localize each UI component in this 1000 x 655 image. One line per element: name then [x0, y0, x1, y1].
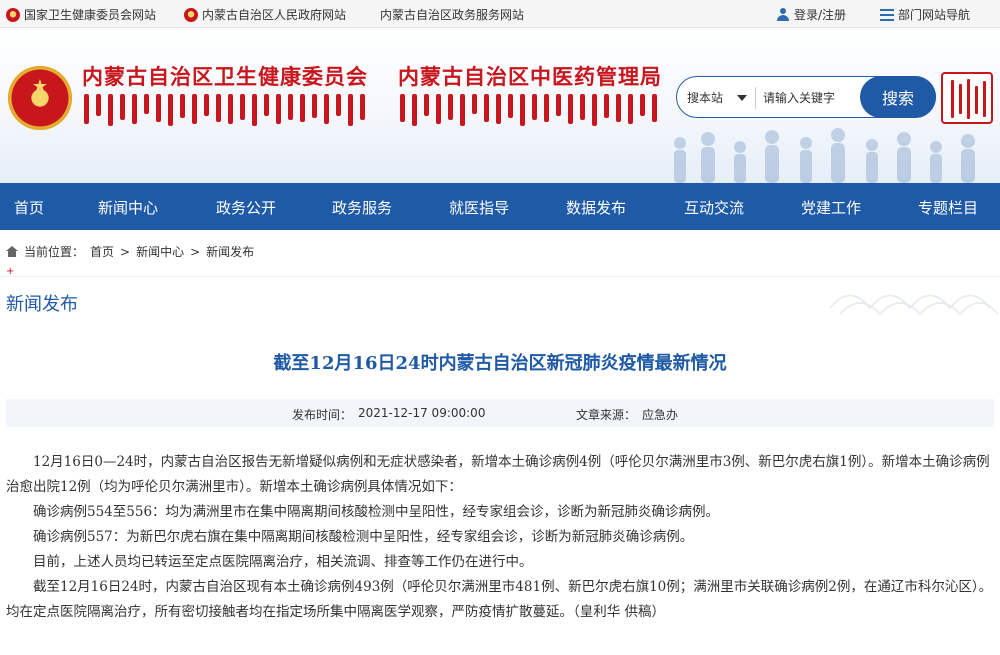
people-silhouette-decoration [674, 128, 975, 183]
nav-news-center[interactable]: 新闻中心 [98, 197, 158, 218]
breadcrumb-home[interactable]: 首页 [90, 243, 114, 260]
article-paragraph: 12月16日0—24时，内蒙古自治区报告无新增疑似病例和无症状感染者，新增本土确… [6, 454, 990, 495]
cloud-pattern-decoration [829, 294, 999, 316]
section-title: 新闻发布 [6, 294, 78, 315]
health-commission-title: 内蒙古自治区卫生健康委员会 [82, 65, 368, 89]
service-site-link[interactable]: 内蒙古自治区政务服务网站 [380, 6, 524, 23]
source-value: 应急办 [642, 408, 679, 422]
search-scope-select[interactable]: 搜本站 [687, 89, 723, 106]
main-nav: 首页 新闻中心 政务公开 政务服务 就医指导 数据发布 互动交流 党建工作 专题… [0, 183, 1000, 230]
article-paragraph: 截至12月16日24时，内蒙古自治区现有本土确诊病例493例（呼伦贝尔满洲里市4… [6, 579, 993, 620]
nav-gov-services[interactable]: 政务服务 [332, 197, 392, 218]
login-register-label: 登录/注册 [794, 8, 847, 22]
site-header: 内蒙古自治区卫生健康委员会 内蒙古自治区中医药管理局 搜本站 搜索 [0, 28, 1000, 183]
breadcrumb-separator: > [120, 244, 131, 259]
breadcrumb-label: 当前位置： [24, 245, 85, 259]
chevron-down-icon[interactable] [737, 95, 747, 101]
breadcrumb-separator: > [190, 244, 201, 259]
publish-date: 2021-12-17 09:00:00 [358, 406, 486, 420]
login-register-link[interactable]: 登录/注册 [776, 6, 846, 23]
nav-special-topics[interactable]: 专题栏目 [918, 197, 978, 218]
article-paragraph: 确诊病例557：为新巴尔虎右旗在集中隔离期间核酸检测中呈阳性，经专家组会诊，诊断… [33, 529, 694, 545]
nav-home[interactable]: 首页 [14, 197, 44, 218]
nav-medical-guide[interactable]: 就医指导 [449, 197, 509, 218]
breadcrumb-news-center[interactable]: 新闻中心 [136, 243, 184, 260]
national-emblem-icon [184, 7, 198, 22]
search-input[interactable] [763, 87, 859, 109]
article-title: 截至12月16日24时内蒙古自治区新冠肺炎疫情最新情况 [273, 353, 727, 374]
red-seal-logo [941, 72, 993, 124]
service-site-label: 内蒙古自治区政务服务网站 [380, 8, 525, 22]
mongolian-script-tcm [400, 94, 657, 128]
breadcrumb-news-release[interactable]: 新闻发布 [206, 243, 254, 260]
gov-site-link[interactable]: 内蒙古自治区人民政府网站 [184, 6, 346, 23]
dept-nav-link[interactable]: 部门网站导航 [880, 6, 970, 23]
breadcrumb: 当前位置： 首页 > 新闻中心 > 新闻发布 [6, 243, 254, 260]
home-icon [6, 246, 18, 257]
gov-site-label: 内蒙古自治区人民政府网站 [202, 8, 347, 22]
article-meta: 发布时间： 2021-12-17 09:00:00 文章来源： 应急办 [6, 399, 994, 427]
article-body: 12月16日0—24时，内蒙古自治区报告无新增疑似病例和无症状感染者，新增本土确… [6, 450, 994, 625]
tcm-bureau-title: 内蒙古自治区中医药管理局 [398, 65, 662, 89]
user-icon [776, 7, 790, 22]
national-emblem-logo [8, 66, 72, 130]
nav-party-work[interactable]: 党建工作 [801, 197, 861, 218]
nav-gov-affairs[interactable]: 政务公开 [216, 197, 276, 218]
site-search: 搜本站 搜索 [676, 76, 936, 118]
mongolian-script-health [84, 94, 365, 128]
menu-icon [880, 8, 894, 21]
nhc-site-label: 国家卫生健康委员会网站 [24, 8, 157, 22]
nhc-site-link[interactable]: 国家卫生健康委员会网站 [6, 6, 156, 23]
article-paragraph: 确诊病例554至556：均为满洲里市在集中隔离期间核酸检测中呈阳性，经专家组会诊… [33, 504, 720, 520]
search-button[interactable]: 搜索 [860, 76, 936, 118]
publish-date-label: 发布时间： [292, 408, 353, 422]
national-emblem-icon [6, 7, 20, 22]
nav-data-release[interactable]: 数据发布 [566, 197, 626, 218]
article-paragraph: 目前，上述人员均已转运至定点医院隔离治疗，相关流调、排查等工作仍在进行中。 [33, 554, 533, 570]
top-utility-bar: 国家卫生健康委员会网站 内蒙古自治区人民政府网站 内蒙古自治区政务服务网站 登录… [0, 0, 1000, 28]
nav-interaction[interactable]: 互动交流 [684, 197, 744, 218]
source-label: 文章来源： [576, 408, 637, 422]
dept-nav-label: 部门网站导航 [898, 8, 971, 22]
